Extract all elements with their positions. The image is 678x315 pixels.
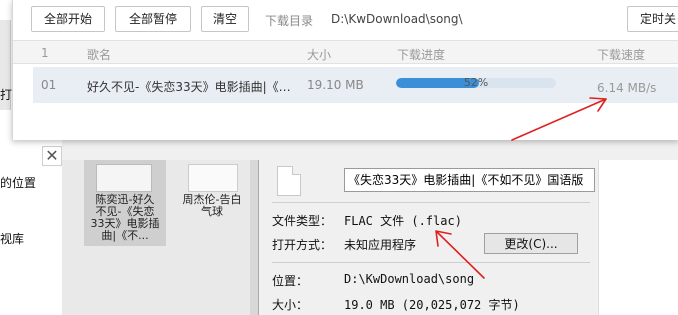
list-header: 1 歌名 大小 下载进度 下载速度 [13,40,678,64]
header-name[interactable]: 歌名 [87,46,111,63]
filename-field[interactable]: 《失恋33天》电影插曲|《不如不见》国语版 [344,168,595,192]
pause-all-button[interactable]: 全部暂停 [115,6,191,32]
pane-divider [250,160,258,315]
open-with-value: 未知应用程序 [344,238,417,252]
header-size[interactable]: 大小 [307,46,331,63]
download-row[interactable]: 01 好久不见-《失恋33天》电影插曲|《… 19.10 MB 52% 6.14… [33,67,678,103]
divider [272,202,590,203]
file-item-caption: 周杰伦-告白 气球 [182,193,242,218]
timer-shutdown-button[interactable]: 定时关 [627,6,678,32]
clear-button[interactable]: 清空 [201,6,249,32]
file-type-label: 文件类型： [272,214,333,228]
toolbar: 全部开始 全部暂停 清空 下载目录 D:\KwDownload\song\ 定时… [13,0,678,40]
location-value: D:\KwDownload\song [344,272,475,286]
close-icon[interactable]: ✕ [42,146,62,166]
file-size: 19.10 MB [307,78,364,92]
file-thumbnail-icon[interactable] [188,164,238,192]
progress-percent: 52% [463,76,489,89]
nav-item-text[interactable]: 的位置 [0,174,36,191]
download-dir-label: 下载目录 [265,14,314,28]
download-dir-path[interactable]: D:\KwDownload\song\ [331,12,463,26]
file-thumbnail-icon [96,164,152,192]
nav-item-text[interactable]: 视库 [0,230,24,247]
header-speed[interactable]: 下载速度 [597,46,645,63]
background-area [598,160,678,315]
nav-item-text: 打 [0,88,13,102]
change-button[interactable]: 更改(C)... [484,233,578,254]
location-label: 位置： [272,274,309,288]
header-progress[interactable]: 下载进度 [397,46,445,63]
open-with-label: 打开方式： [272,238,333,252]
song-name: 好久不见-《失恋33天》电影插曲|《… [87,80,291,94]
size-label: 大小： [272,298,309,312]
file-item-caption: 陈奕迅-好久 不见-《失恋 33天》电影插 曲|《不... [90,193,160,242]
row-index: 01 [41,78,57,92]
download-manager-window: 全部开始 全部暂停 清空 下载目录 D:\KwDownload\song\ 定时… [12,0,678,140]
download-speed: 6.14 MB/s [597,81,657,95]
start-all-button[interactable]: 全部开始 [31,6,105,32]
file-type-value: FLAC 文件 (.flac) [344,214,462,228]
divider [272,262,590,263]
header-index: 1 [41,46,49,60]
size-value: 19.0 MB (20,025,072 字节) [344,298,520,312]
document-icon [277,166,301,196]
